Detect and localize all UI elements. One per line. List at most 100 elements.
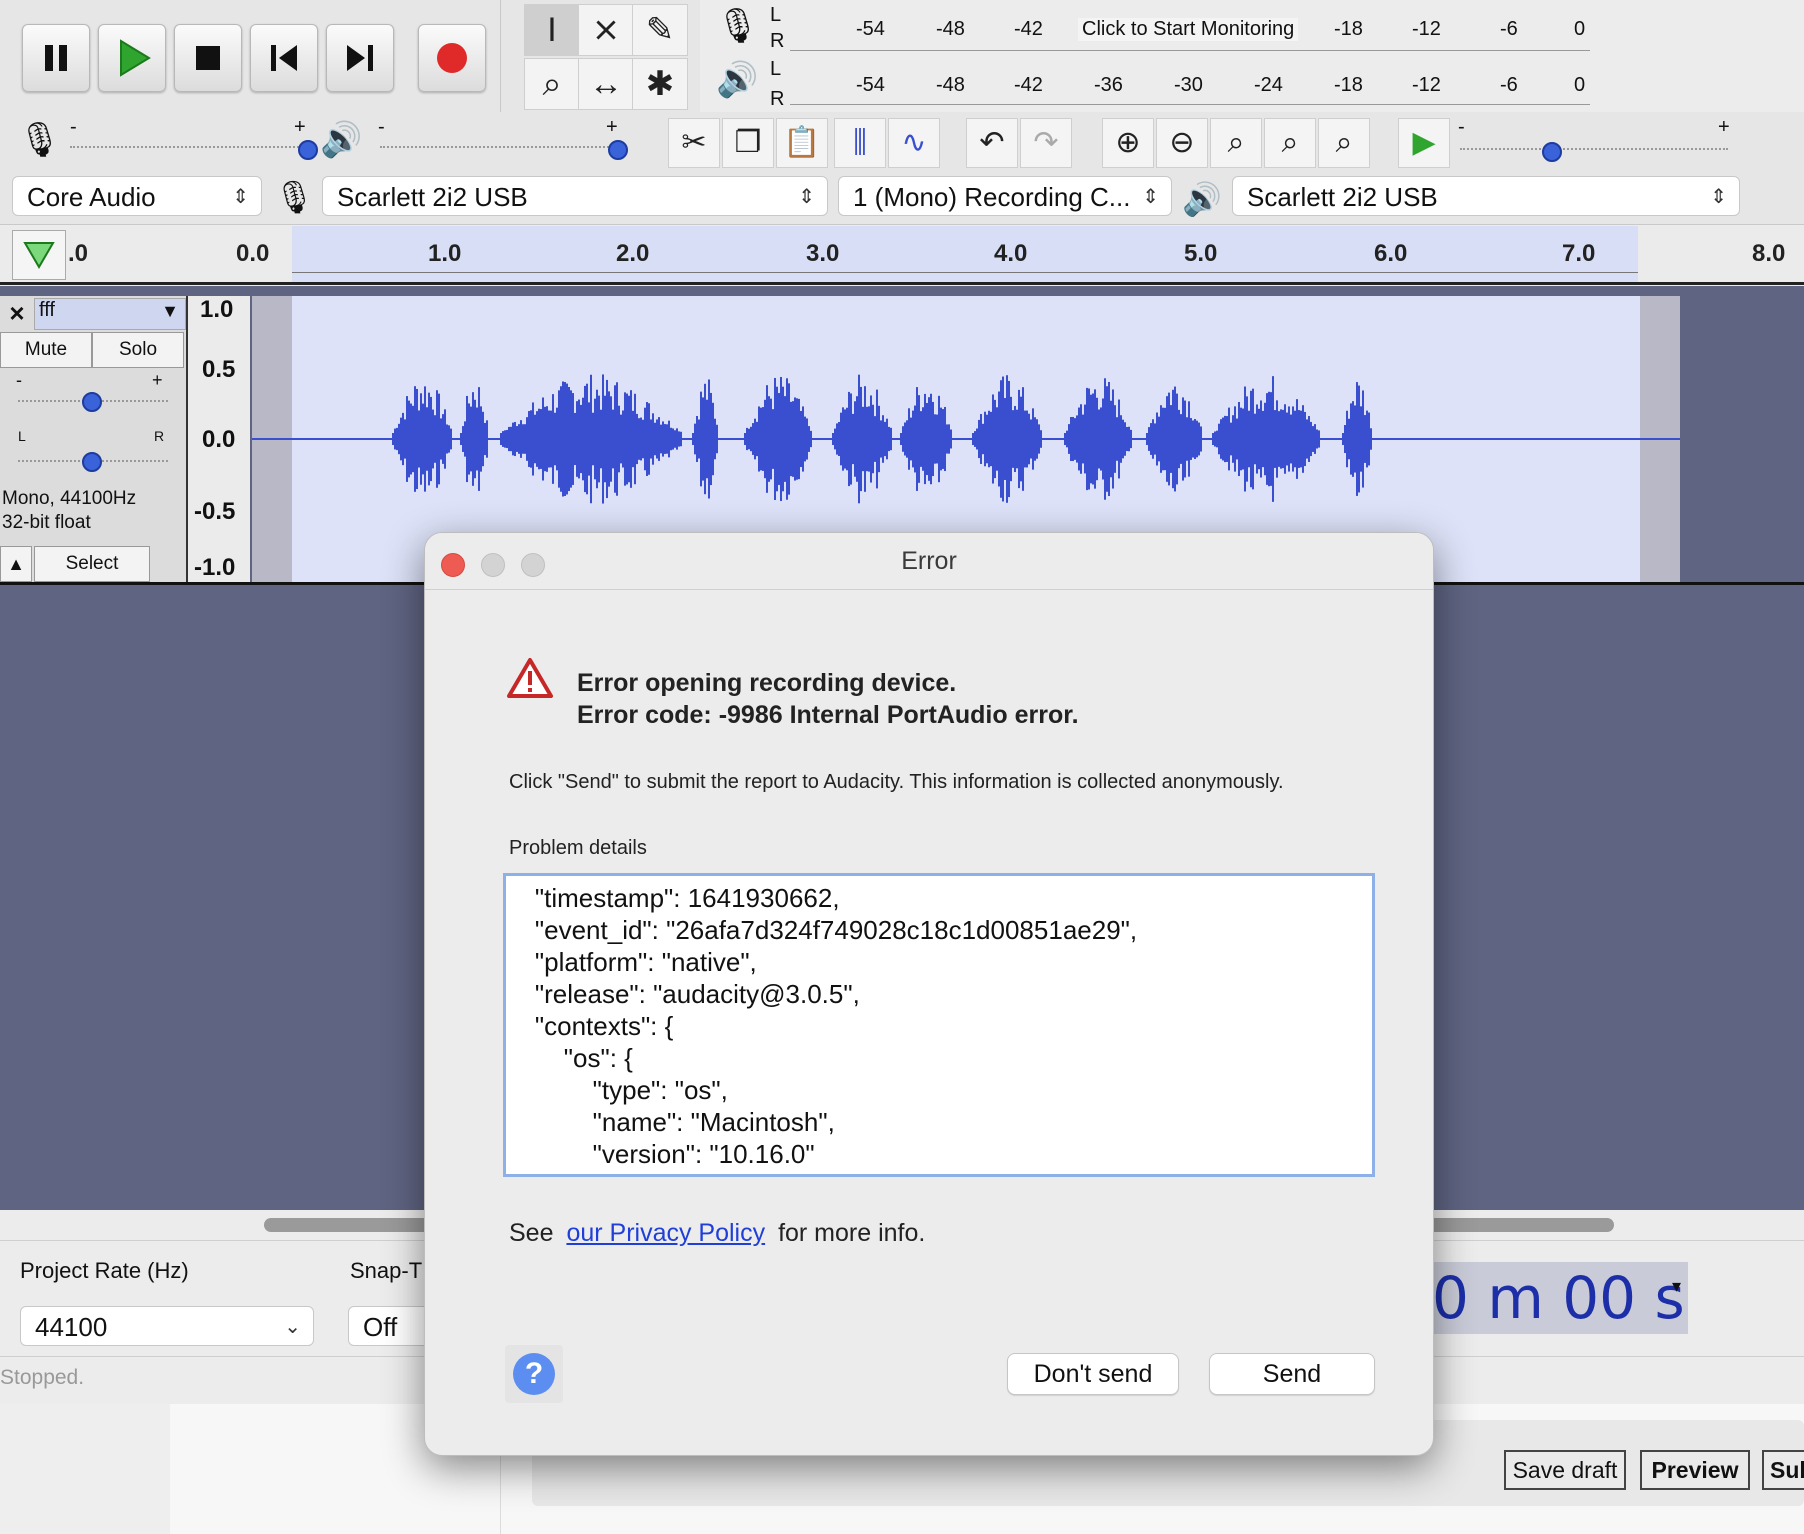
help-button[interactable]: ? bbox=[505, 1345, 563, 1403]
waveform-sample bbox=[650, 419, 652, 459]
waveform-sample bbox=[1016, 409, 1018, 469]
waveform-sample bbox=[410, 403, 412, 475]
zoom-toggle-button[interactable]: ⌕ bbox=[1318, 118, 1370, 168]
waveform-sample bbox=[984, 411, 986, 467]
waveform-sample bbox=[1350, 403, 1352, 475]
waveform-sample bbox=[1096, 397, 1098, 481]
waveform-sample bbox=[774, 377, 776, 501]
recording-channels-select[interactable]: 1 (Mono) Recording C... ⇕ bbox=[838, 176, 1172, 216]
waveform-sample bbox=[700, 391, 702, 487]
selection-tool[interactable]: I bbox=[524, 4, 580, 56]
stop-button[interactable] bbox=[174, 24, 242, 92]
privacy-policy-link[interactable]: our Privacy Policy bbox=[566, 1219, 765, 1247]
recording-device-select[interactable]: Scarlett 2i2 USB ⇕ bbox=[322, 176, 828, 216]
redo-button[interactable]: ↷ bbox=[1020, 118, 1072, 168]
waveform-sample bbox=[1148, 427, 1150, 451]
track-select-button[interactable]: Select bbox=[34, 546, 150, 582]
waveform-sample bbox=[986, 414, 988, 464]
waveform-sample bbox=[1184, 400, 1186, 478]
track-name-menu[interactable]: fff ▼ bbox=[34, 298, 186, 330]
record-button[interactable] bbox=[418, 24, 486, 92]
save-draft-button[interactable]: Save draft bbox=[1504, 1450, 1626, 1490]
play-volume-slider[interactable] bbox=[380, 146, 616, 148]
waveform-sample bbox=[1072, 416, 1074, 462]
play-at-speed-button[interactable]: ▶ bbox=[1398, 118, 1450, 168]
waveform-sample bbox=[392, 433, 394, 445]
host-select[interactable]: Core Audio ⇕ bbox=[12, 176, 262, 216]
solo-button[interactable]: Solo bbox=[92, 332, 184, 368]
waveform-sample bbox=[1082, 414, 1084, 464]
playback-device-select[interactable]: Scarlett 2i2 USB ⇕ bbox=[1232, 176, 1740, 216]
play-volume-knob[interactable] bbox=[608, 140, 628, 160]
playback-meter-icon[interactable]: 🔊 bbox=[716, 60, 758, 100]
mute-button[interactable]: Mute bbox=[0, 332, 92, 368]
record-monitor-prompt[interactable]: Click to Start Monitoring bbox=[1078, 18, 1299, 41]
collapse-track-button[interactable]: ▲ bbox=[0, 546, 32, 582]
details-line: "name": "Macintosh", bbox=[506, 1107, 835, 1137]
time-shift-tool[interactable]: ↔ bbox=[578, 58, 634, 110]
waveform-sample bbox=[1078, 407, 1080, 471]
waveform-sample bbox=[538, 408, 540, 470]
skip-to-end-button[interactable] bbox=[326, 24, 394, 92]
problem-details-textarea[interactable]: "timestamp": 1641930662, "event_id": "26… bbox=[503, 873, 1375, 1177]
waveform-sample bbox=[648, 403, 650, 475]
recording-device-value: Scarlett 2i2 USB bbox=[337, 182, 528, 212]
play-button[interactable] bbox=[98, 24, 166, 92]
waveform-sample bbox=[1216, 430, 1218, 448]
waveform-sample bbox=[844, 409, 846, 469]
waveform-sample bbox=[596, 389, 598, 489]
pause-button[interactable] bbox=[22, 24, 90, 92]
waveform-sample bbox=[406, 396, 408, 482]
waveform-sample bbox=[868, 406, 870, 472]
preview-button[interactable]: Preview bbox=[1640, 1450, 1750, 1490]
waveform-sample bbox=[634, 393, 636, 485]
waveform-sample bbox=[586, 383, 588, 495]
pan-knob[interactable] bbox=[82, 452, 102, 472]
waveform-sample bbox=[460, 433, 462, 445]
waveform-sample bbox=[600, 409, 602, 469]
waveform-sample bbox=[1360, 406, 1362, 472]
waveform-sample bbox=[802, 406, 804, 472]
cut-button[interactable]: ✂ bbox=[668, 118, 720, 168]
waveform-sample bbox=[1088, 388, 1090, 490]
record-volume-knob[interactable] bbox=[298, 140, 318, 160]
waveform-sample bbox=[594, 398, 596, 480]
error-info-text: Click "Send" to submit the report to Aud… bbox=[509, 771, 1284, 793]
copy-button[interactable]: ❐ bbox=[722, 118, 774, 168]
skip-to-start-button[interactable] bbox=[250, 24, 318, 92]
waveform-sample bbox=[1188, 401, 1190, 477]
record-volume-slider[interactable] bbox=[70, 146, 306, 148]
play-speed-knob[interactable] bbox=[1542, 142, 1562, 162]
gain-knob[interactable] bbox=[82, 392, 102, 412]
undo-button[interactable]: ↶ bbox=[966, 118, 1018, 168]
problem-details-label: Problem details bbox=[509, 837, 647, 859]
waveform-sample bbox=[1232, 415, 1234, 463]
silence-button[interactable]: ∿ bbox=[888, 118, 940, 168]
fit-project-button[interactable]: ⌕ bbox=[1264, 118, 1316, 168]
redo-icon: ↷ bbox=[1033, 126, 1059, 159]
record-meter-icon[interactable]: 🎙 bbox=[716, 6, 759, 46]
play-speed-slider[interactable] bbox=[1460, 148, 1728, 150]
waveform-sample bbox=[1220, 419, 1222, 459]
zoom-in-button[interactable]: ⊕ bbox=[1102, 118, 1154, 168]
dont-send-button[interactable]: Don't send bbox=[1007, 1353, 1179, 1395]
submit-button[interactable]: Sub bbox=[1762, 1450, 1804, 1490]
time-display[interactable]: 0 m 00 s bbox=[1432, 1262, 1688, 1334]
waveform-sample bbox=[848, 391, 850, 487]
envelope-tool[interactable]: ⨯ bbox=[578, 4, 634, 56]
project-rate-select[interactable]: 44100 ⌄ bbox=[20, 1306, 314, 1346]
multi-tool[interactable]: ✱ bbox=[632, 58, 688, 110]
send-button[interactable]: Send bbox=[1209, 1353, 1375, 1395]
draw-tool[interactable]: ✎ bbox=[632, 4, 688, 56]
trim-button[interactable]: ⫼ bbox=[834, 118, 886, 168]
zoom-tool[interactable]: ⌕ bbox=[524, 58, 580, 110]
waveform-sample bbox=[902, 426, 904, 452]
track-close-button[interactable]: × bbox=[4, 300, 30, 326]
fit-selection-button[interactable]: ⌕ bbox=[1210, 118, 1262, 168]
time-display-menu-arrow[interactable]: ▾ bbox=[1672, 1276, 1681, 1297]
paste-button[interactable]: 📋 bbox=[776, 118, 828, 168]
waveform-sample bbox=[654, 422, 656, 456]
zoom-out-button[interactable]: ⊖ bbox=[1156, 118, 1208, 168]
waveform-sample bbox=[884, 421, 886, 457]
pinned-play-head-button[interactable] bbox=[12, 230, 66, 280]
